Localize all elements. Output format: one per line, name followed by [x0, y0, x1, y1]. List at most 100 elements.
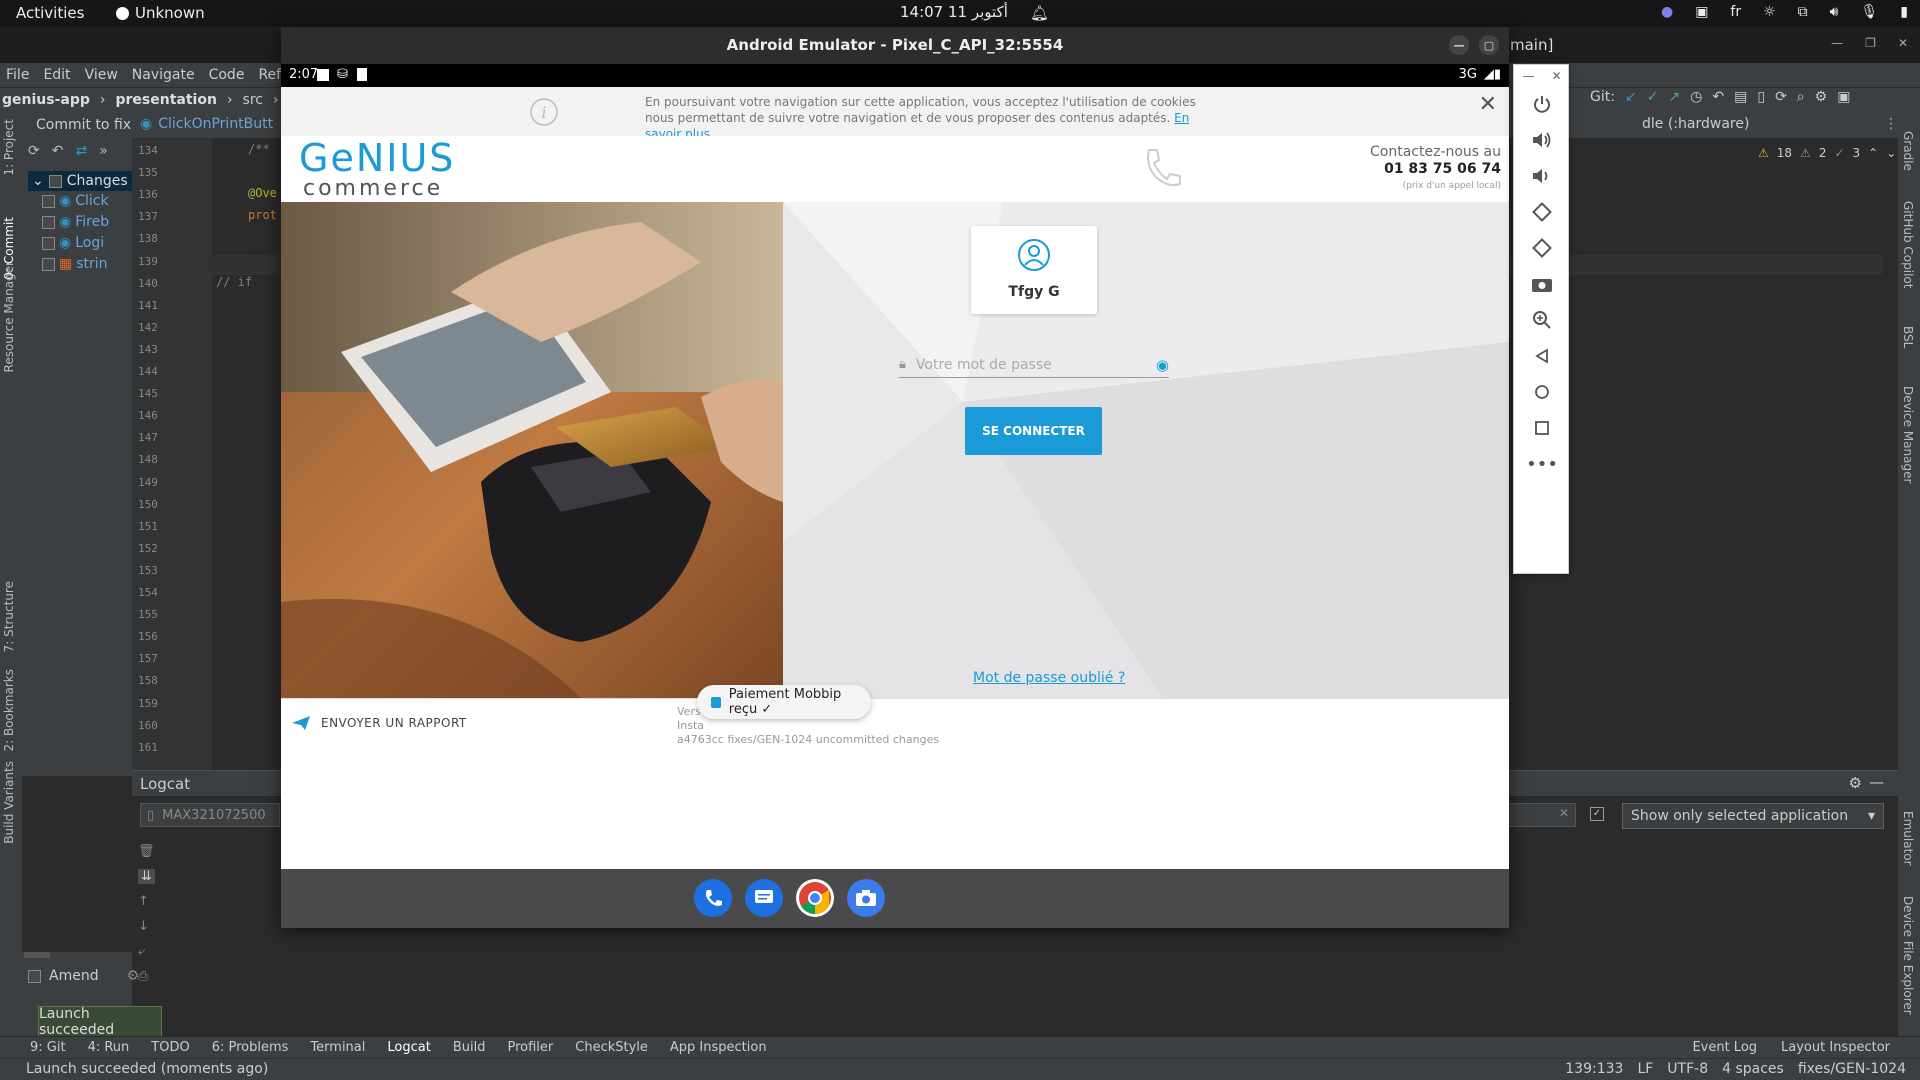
trash-icon[interactable]: 🗑︎ [138, 844, 155, 859]
settings-icon[interactable]: ⚙ [1849, 774, 1862, 792]
minimize-icon[interactable]: — [1522, 69, 1534, 83]
history-icon[interactable]: ◷ [1690, 89, 1702, 105]
screenshot-icon[interactable] [1529, 271, 1555, 297]
tab-project[interactable]: 1: Project [2, 119, 16, 176]
phone-app-icon[interactable] [694, 879, 732, 917]
send-report-button[interactable]: ENVOYER UN RAPPORT [291, 715, 467, 731]
menu-navigate[interactable]: Navigate [132, 67, 195, 83]
changed-file[interactable]: ◉ Click [42, 193, 109, 209]
tab-gradle[interactable]: Gradle [1901, 131, 1915, 171]
changed-file[interactable]: ◉ Fireb [42, 214, 109, 230]
editor-tab[interactable]: ◉ ClickOnPrintButt [140, 116, 273, 132]
volume-up-icon[interactable] [1529, 127, 1555, 153]
overview-icon[interactable] [1529, 415, 1555, 441]
expand-icon[interactable]: » [99, 143, 108, 159]
messages-app-icon[interactable] [745, 879, 783, 917]
amend-checkbox[interactable] [28, 969, 41, 983]
home-icon[interactable] [1529, 379, 1555, 405]
update-icon[interactable]: ↙ [1625, 89, 1637, 105]
eye-off-icon[interactable]: ◉ [1156, 356, 1169, 374]
breadcrumb-src[interactable]: src [243, 92, 263, 108]
breadcrumb-project[interactable]: genius-app [2, 92, 90, 108]
menu-edit[interactable]: Edit [43, 67, 70, 83]
amend-option[interactable]: Amend ⚙ [28, 968, 139, 984]
print-icon[interactable]: ⎙ [138, 969, 155, 984]
tab-resource-manager[interactable]: Resource Manager [2, 261, 16, 372]
chevron-up-icon[interactable]: ⌃ [1868, 146, 1878, 160]
file-encoding[interactable]: UTF-8 [1667, 1061, 1708, 1077]
minimize-icon[interactable]: — [1449, 35, 1469, 55]
more-icon[interactable]: ••• [1526, 451, 1558, 477]
android-screen[interactable]: i En poursuivant votre navigation sur ce… [281, 87, 1509, 869]
tab-bsl[interactable]: BSL [1901, 326, 1915, 348]
zoom-icon[interactable] [1529, 307, 1555, 333]
run-config-icon[interactable]: ▤ [1734, 89, 1747, 105]
diff-icon[interactable]: ⇄ [75, 143, 87, 159]
tool-profiler[interactable]: Profiler [507, 1040, 553, 1055]
tool-build[interactable]: Build [453, 1040, 486, 1055]
tool-run[interactable]: 4: Run [88, 1040, 130, 1055]
back-icon[interactable] [1529, 343, 1555, 369]
minimize-icon[interactable]: — [1831, 36, 1843, 50]
tool-checkstyle[interactable]: CheckStyle [575, 1040, 648, 1055]
maximize-icon[interactable]: ❐ [1865, 36, 1876, 50]
maximize-icon[interactable]: ▢ [1479, 35, 1499, 55]
inspection-widget[interactable]: ⚠ 18 ⚠ 2 ✓ 3 ⌃ ⌄ [1758, 146, 1896, 160]
close-icon[interactable]: ✕ [1479, 94, 1497, 116]
device-icon[interactable]: ▯ [1757, 89, 1765, 105]
cursor-position[interactable]: 139:133 [1565, 1061, 1623, 1077]
chevron-down-icon[interactable]: ⌄ [1886, 146, 1896, 160]
avatar[interactable]: ▣ [1837, 89, 1850, 105]
logcat-search-input[interactable]: ✕ [1508, 803, 1576, 827]
line-separator[interactable]: LF [1637, 1061, 1653, 1077]
commit-icon[interactable]: ✓ [1647, 89, 1659, 105]
tool-git[interactable]: 9: Git [30, 1040, 66, 1055]
menu-code[interactable]: Code [209, 67, 245, 83]
changes-checkbox[interactable] [48, 174, 62, 188]
tab-bookmarks[interactable]: 2: Bookmarks [2, 669, 16, 752]
password-field[interactable]: 🔒︎ Votre mot de passe ◉ [899, 352, 1169, 378]
tab-device-manager[interactable]: Device Manager [1901, 386, 1915, 483]
indent[interactable]: 4 spaces [1722, 1061, 1784, 1077]
tab-emulator[interactable]: Emulator [1901, 811, 1915, 866]
menu-view[interactable]: View [85, 67, 118, 83]
tool-logcat[interactable]: Logcat [387, 1040, 430, 1055]
refresh-icon[interactable]: ⟳ [28, 143, 40, 159]
tab-github-copilot[interactable]: GitHub Copilot [1901, 201, 1915, 288]
close-icon[interactable]: ✕ [1898, 36, 1908, 50]
scroll-thumb[interactable] [24, 952, 50, 958]
breadcrumb-module[interactable]: presentation [116, 92, 217, 108]
activities-button[interactable]: Activities [16, 4, 84, 22]
logcat-filter-dropdown[interactable]: Show only selected application ▾ [1622, 803, 1884, 829]
tab-structure[interactable]: 7: Structure [2, 581, 16, 652]
more-tabs-icon[interactable]: ⋮ [1884, 116, 1898, 132]
user-profile-card[interactable]: Tfgy G [971, 226, 1097, 314]
changes-node[interactable]: ⌄ Changes [28, 171, 132, 191]
password-input[interactable]: Votre mot de passe [916, 357, 1146, 373]
down-icon[interactable]: ↓ [138, 919, 155, 934]
tool-problems[interactable]: 6: Problems [212, 1040, 289, 1055]
menu-file[interactable]: File [6, 67, 29, 83]
tool-app-inspection[interactable]: App Inspection [670, 1040, 767, 1055]
forgot-password-link[interactable]: Mot de passe oublié ? [973, 670, 1125, 686]
clock[interactable]: 14:07 11 أكتوبر [900, 3, 1008, 21]
camera-app-icon[interactable] [847, 879, 885, 917]
rotate-left-icon[interactable] [1529, 199, 1555, 225]
clear-icon[interactable]: ✕ [1559, 806, 1569, 820]
rotate-right-icon[interactable] [1529, 235, 1555, 261]
hide-panel-icon[interactable]: — [1869, 773, 1884, 791]
rollback-icon[interactable]: ↶ [52, 143, 64, 159]
volume-down-icon[interactable] [1529, 163, 1555, 189]
scroll-end-icon[interactable]: ⇊ [138, 869, 155, 884]
regex-checkbox[interactable]: ✓ [1590, 807, 1604, 821]
wrap-icon[interactable]: ⤶ [138, 944, 155, 959]
up-icon[interactable]: ↑ [138, 894, 155, 909]
search-icon[interactable]: ⌕ [1797, 89, 1805, 105]
app-menu[interactable]: Unknown [116, 4, 205, 22]
settings-icon[interactable]: ⚙ [1815, 89, 1828, 105]
tool-event-log[interactable]: Event Log [1692, 1040, 1757, 1055]
git-branch[interactable]: fixes/GEN-1024 [1798, 1061, 1906, 1077]
tool-todo[interactable]: TODO [151, 1040, 189, 1055]
tab-build-variants[interactable]: Build Variants [2, 761, 16, 844]
power-icon[interactable] [1529, 91, 1555, 117]
